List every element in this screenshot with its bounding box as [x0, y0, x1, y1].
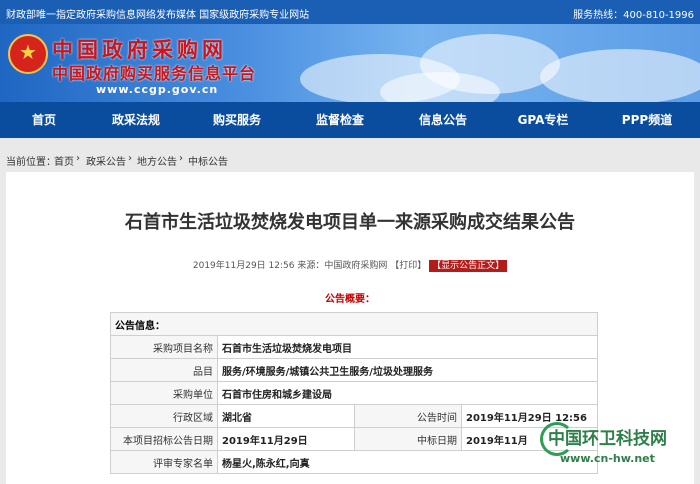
info-table-header: 公告信息： — [110, 312, 598, 336]
region-value: 湖北省 — [217, 404, 355, 428]
nav-item-gpa[interactable]: GPA专栏 — [518, 102, 569, 138]
row-value: 石首市住房和城乡建设局 — [217, 381, 598, 405]
experts-label: 评审专家名单 — [110, 450, 218, 474]
nav-item-ppp[interactable]: PPP频道 — [622, 102, 672, 138]
site-url: www.ccgp.gov.cn — [96, 83, 219, 96]
table-row: 采购单位 石首市住房和城乡建设局 — [110, 381, 598, 405]
experts-value: 杨星火,陈永红,向真 — [217, 450, 598, 474]
notice-info-table: 公告信息： 采购项目名称 石首市生活垃圾焚烧发电项目 品目 服务/环境服务/城镇… — [110, 312, 598, 474]
header-banner: 中国政府采购网 中国政府购买服务信息平台 www.ccgp.gov.cn — [0, 24, 700, 102]
nav-item-supervision[interactable]: 监督检查 — [316, 102, 364, 138]
row-value: 服务/环境服务/城镇公共卫生服务/垃圾处理服务 — [217, 358, 598, 382]
bid-date-label: 本项目招标公告日期 — [110, 427, 218, 451]
award-date-label: 中标日期 — [354, 427, 462, 451]
pubtime-label: 公告时间 — [354, 404, 462, 428]
top-bar-slogan: 财政部唯一指定政府采购信息网络发布媒体 国家级政府采购专业网站 — [6, 10, 310, 21]
nav-item-purchase-services[interactable]: 购买服务 — [213, 102, 261, 138]
nav-item-regulations[interactable]: 政采法规 — [112, 102, 160, 138]
national-emblem-icon — [8, 34, 48, 74]
table-row: 采购项目名称 石首市生活垃圾焚烧发电项目 — [110, 335, 598, 359]
notice-summary-heading: 公告概要： — [325, 294, 375, 305]
row-label: 品目 — [110, 358, 218, 382]
row-label: 采购单位 — [110, 381, 218, 405]
top-bar: 财政部唯一指定政府采购信息网络发布媒体 国家级政府采购专业网站 服务热线：400… — [0, 0, 700, 24]
notice-meta: 2019年11月29日 12:56 来源：中国政府采购网 【打印】 【显示公告正… — [6, 258, 694, 272]
breadcrumb-prefix: 当前位置： — [6, 157, 56, 168]
breadcrumb-local-notices[interactable]: 地方公告 — [137, 153, 177, 168]
nav-item-home[interactable]: 首页 — [32, 102, 56, 138]
breadcrumb-gov-notices[interactable]: 政采公告 — [86, 153, 126, 168]
nav-item-announcements[interactable]: 信息公告 — [419, 102, 467, 138]
site-logo-subtitle: 中国政府购买服务信息平台 — [52, 64, 257, 83]
main-nav: 首页 政采法规 购买服务 监督检查 信息公告 GPA专栏 PPP频道 — [0, 102, 700, 138]
breadcrumb-home[interactable]: 首页 — [54, 153, 74, 168]
row-value: 石首市生活垃圾焚烧发电项目 — [217, 335, 598, 359]
table-row: 品目 服务/环境服务/城镇公共卫生服务/垃圾处理服务 — [110, 358, 598, 382]
row-label: 采购项目名称 — [110, 335, 218, 359]
table-row: 本项目招标公告日期 2019年11月29日 中标日期 2019年11月 — [110, 427, 598, 451]
table-row: 评审专家名单 杨星火,陈永红,向真 — [110, 450, 598, 474]
region-label: 行政区域 — [110, 404, 218, 428]
watermark-name: 中国环卫科技网 — [548, 429, 667, 449]
bid-date-value: 2019年11月29日 — [217, 427, 355, 451]
table-row: 行政区域 湖北省 公告时间 2019年11月29日 12:56 — [110, 404, 598, 428]
notice-meta-text: 2019年11月29日 12:56 来源：中国政府采购网 【打印】 — [192, 261, 427, 271]
notice-title: 石首市生活垃圾焚烧发电项目单一来源采购成交结果公告 — [125, 212, 575, 233]
breadcrumb-award-notices[interactable]: 中标公告 — [188, 153, 228, 168]
show-notice-body-button[interactable]: 【显示公告正文】 — [429, 260, 508, 272]
breadcrumb: 当前位置： 首页 › 政采公告 › 地方公告 › 中标公告 — [6, 153, 228, 168]
service-hotline: 服务热线：400-810-1996 — [573, 10, 694, 21]
watermark: 中国环卫科技网 www.cn-hw.net — [540, 418, 698, 480]
watermark-url: www.cn-hw.net — [560, 452, 655, 465]
